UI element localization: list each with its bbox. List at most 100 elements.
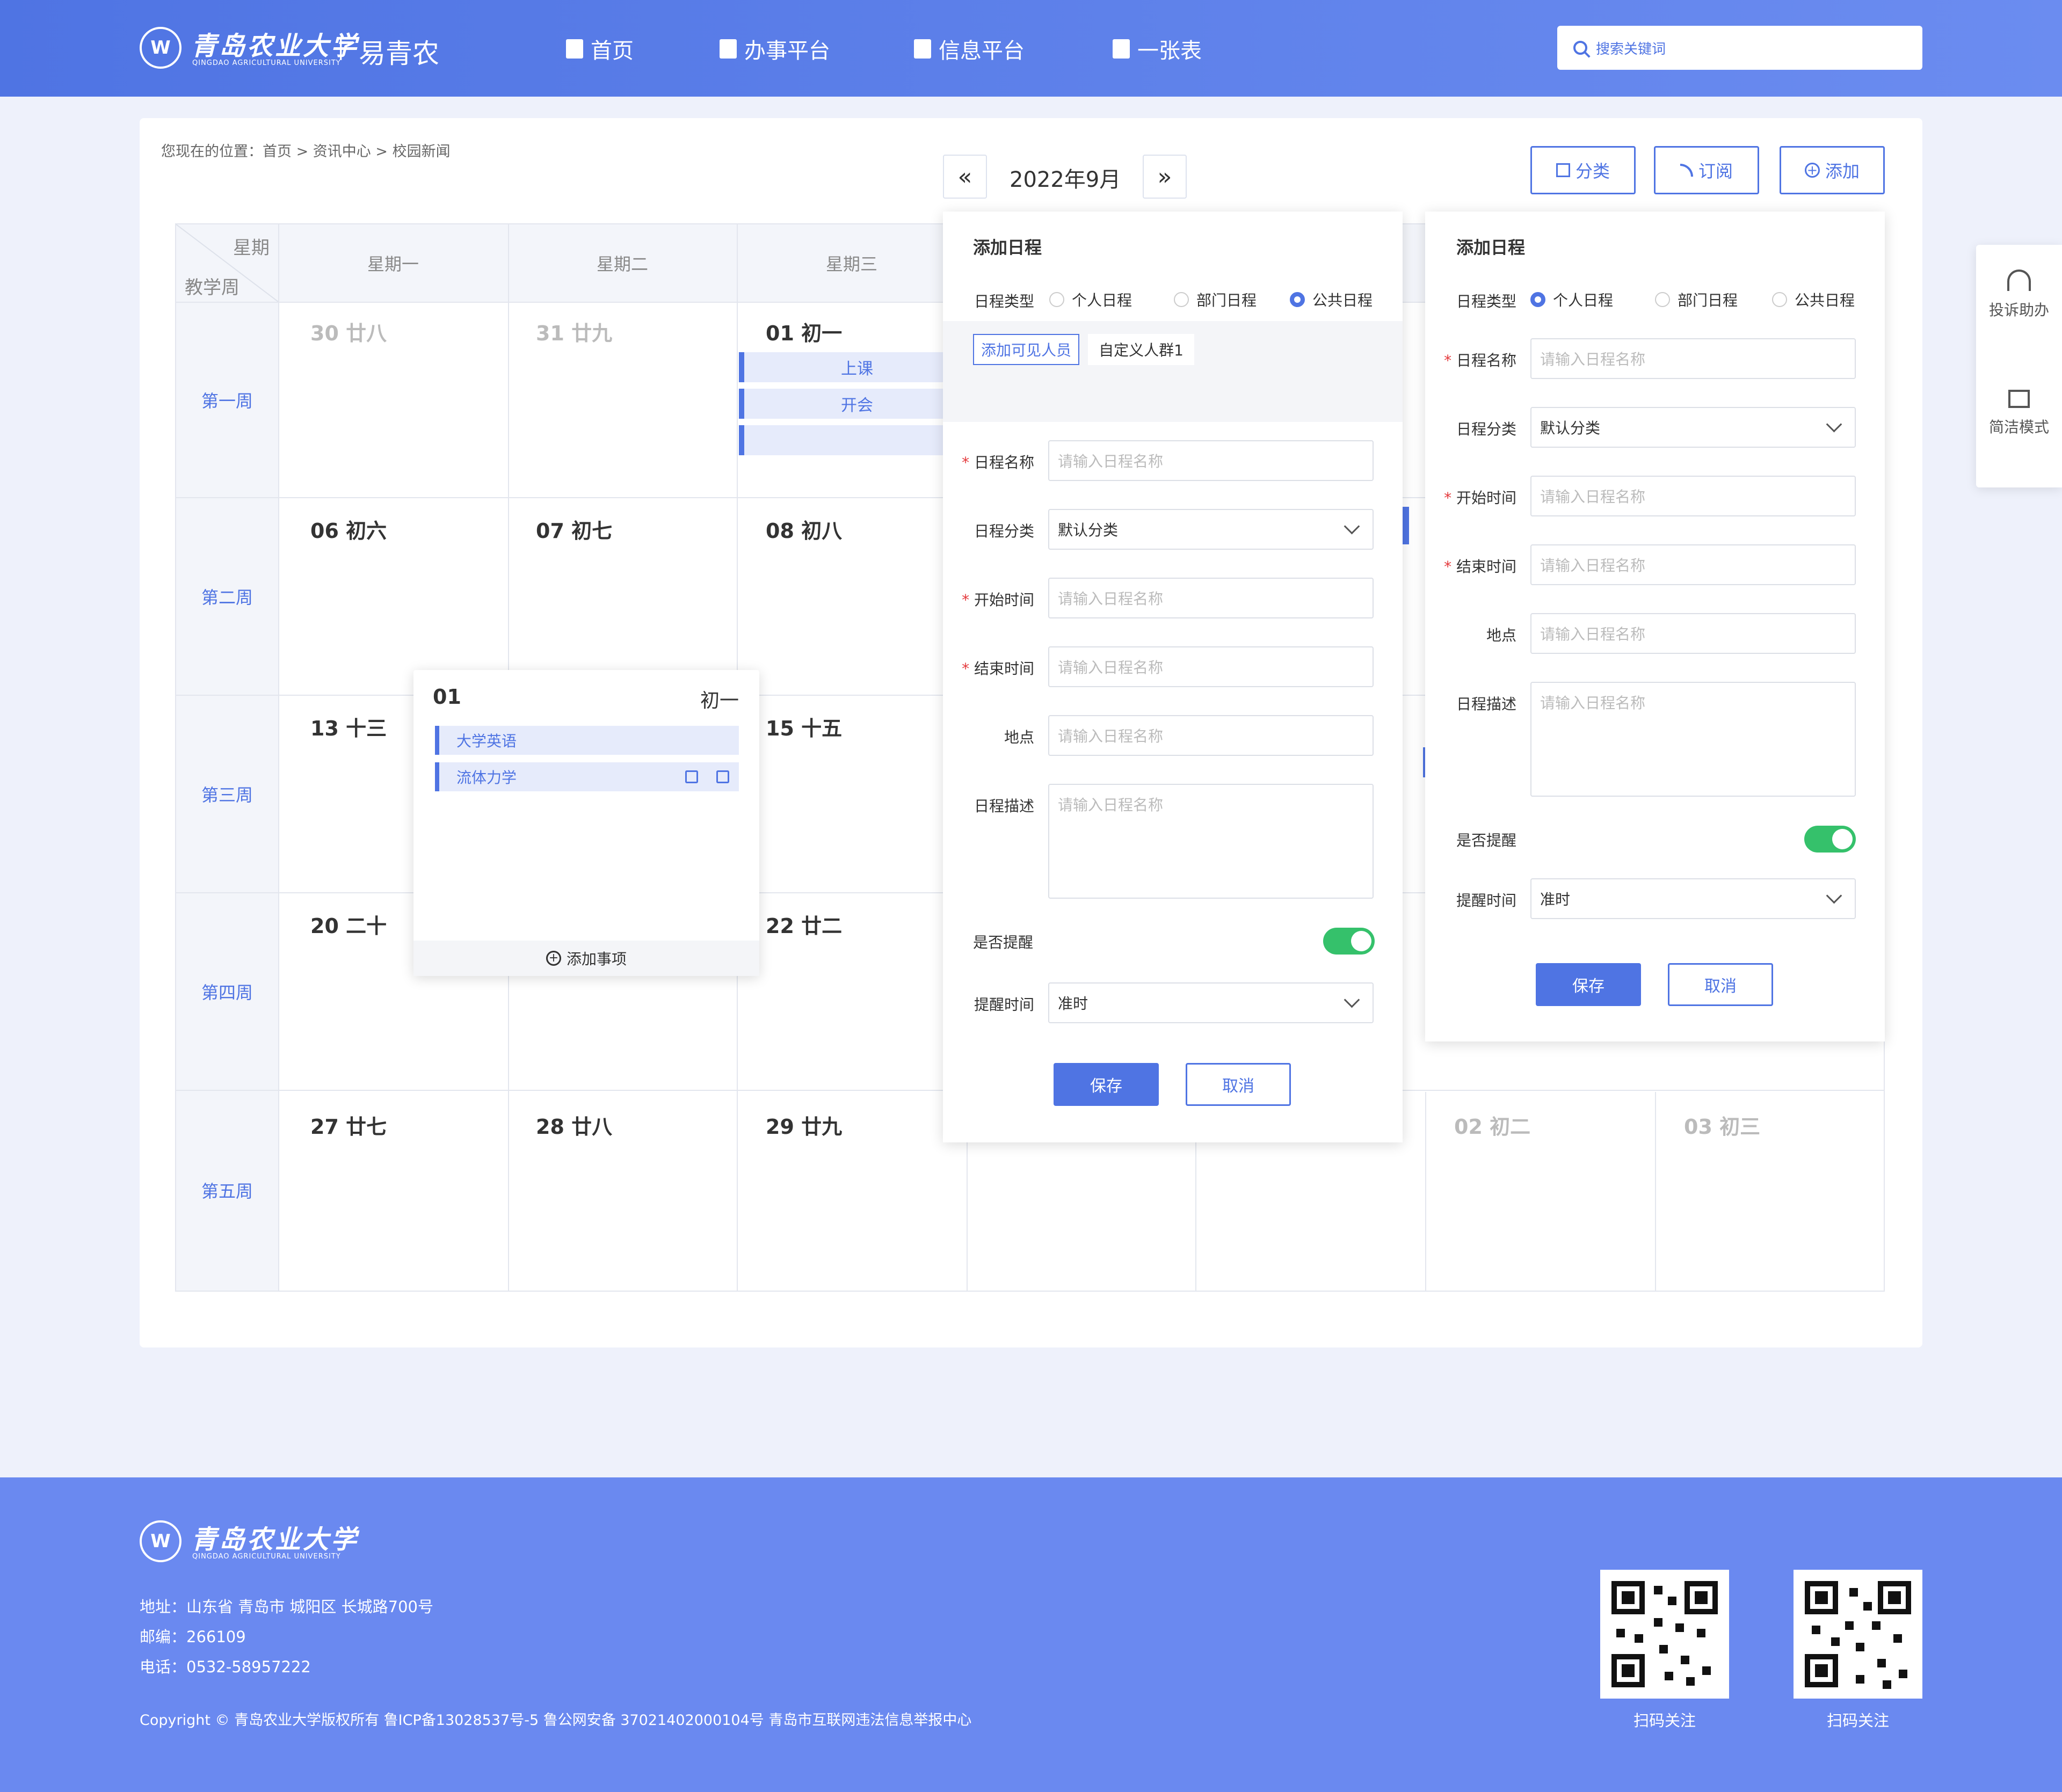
document-icon — [914, 39, 931, 59]
popover-item[interactable]: 大学英语 — [435, 726, 739, 755]
day-cell-date[interactable]: 20 二十 — [310, 909, 387, 939]
breadcrumb: 您现在的位置：首页 > 资讯中心 > 校园新闻 — [161, 143, 451, 160]
form-icon — [1113, 39, 1130, 59]
day-cell-date[interactable]: 15 十五 — [766, 712, 842, 741]
radio-department[interactable]: 部门日程 — [1174, 289, 1257, 310]
end-time-input[interactable]: 请输入日程名称 — [1048, 646, 1374, 687]
day-cell-date[interactable]: 30 廿八 — [310, 317, 387, 346]
day-popover: 01 初一 大学英语 流体力学 + 添加事项 — [413, 670, 759, 976]
simple-mode-button[interactable]: 简洁模式 — [1976, 390, 2062, 437]
university-logo-icon: W — [140, 27, 181, 69]
remind-toggle[interactable] — [1804, 826, 1856, 853]
chevron-down-icon — [1826, 416, 1842, 433]
calendar-event[interactable]: 上课 — [739, 352, 970, 382]
remind-time-select[interactable]: 准时 — [1048, 982, 1374, 1023]
remind-label: 是否提醒 — [973, 934, 1034, 951]
add-schedule-panel-public: 添加日程 日程类型 个人日程 部门日程 公共日程 添加可见人员 自定义人群1 *… — [943, 212, 1403, 1142]
radio-personal[interactable]: 个人日程 — [1530, 289, 1613, 310]
radio-department[interactable]: 部门日程 — [1655, 289, 1738, 310]
popover-item[interactable]: 流体力学 — [435, 762, 739, 791]
corner-weekday-label: 星期 — [233, 237, 270, 259]
panel-title: 添加日程 — [973, 237, 1042, 258]
save-button[interactable]: 保存 — [1536, 963, 1641, 1006]
place-input[interactable]: 请输入日程名称 — [1530, 613, 1856, 654]
qr-code-2 — [1794, 1570, 1922, 1699]
visible-group-chip[interactable]: 自定义人群1 — [1088, 334, 1194, 365]
panel-title: 添加日程 — [1456, 237, 1526, 258]
subscribe-button[interactable]: 订阅 — [1654, 146, 1759, 194]
schedule-name-input[interactable]: 请输入日程名称 — [1530, 338, 1856, 379]
day-cell-date[interactable]: 22 廿二 — [766, 909, 842, 939]
cancel-button[interactable]: 取消 — [1668, 963, 1773, 1006]
day-cell-date[interactable]: 29 廿九 — [766, 1110, 842, 1140]
cancel-button[interactable]: 取消 — [1186, 1063, 1291, 1106]
day-cell-date[interactable]: 03 初三 — [1684, 1110, 1760, 1140]
plus-circle-icon: + — [1804, 163, 1820, 178]
remind-time-select[interactable]: 准时 — [1530, 878, 1856, 919]
place-input[interactable]: 请输入日程名称 — [1048, 715, 1374, 756]
remind-time-label: 提醒时间 — [1456, 892, 1516, 909]
category-select[interactable]: 默认分类 — [1048, 509, 1374, 550]
add-button[interactable]: + 添加 — [1780, 146, 1885, 194]
nav-info-platform[interactable]: 信息平台 — [914, 33, 1025, 64]
category-button[interactable]: 分类 — [1530, 146, 1636, 194]
description-textarea[interactable]: 请输入日程名称 — [1048, 784, 1374, 899]
day-cell-date[interactable]: 07 初七 — [536, 514, 612, 544]
day-cell-date[interactable]: 28 廿八 — [536, 1110, 612, 1140]
end-time-label: * 结束时间 — [962, 660, 1034, 678]
end-time-label: * 结束时间 — [1444, 558, 1516, 576]
name-label: * 日程名称 — [962, 454, 1034, 471]
description-textarea[interactable]: 请输入日程名称 — [1530, 682, 1856, 797]
schedule-name-input[interactable]: 请输入日程名称 — [1048, 440, 1374, 481]
day-cell-date[interactable]: 13 十三 — [310, 712, 387, 741]
prev-month-button[interactable]: « — [943, 155, 987, 199]
top-header: W 青岛农业大学 QINGDAO AGRICULTURAL UNIVERSITY… — [0, 0, 2062, 97]
radio-personal[interactable]: 个人日程 — [1049, 289, 1132, 310]
nav-one-form[interactable]: 一张表 — [1113, 33, 1202, 64]
day-cell-date[interactable]: 01 初一 — [766, 317, 842, 346]
header-separator: | — [337, 35, 345, 60]
delete-icon[interactable] — [716, 770, 729, 783]
rss-icon — [1680, 164, 1693, 177]
day-cell-date[interactable]: 02 初二 — [1454, 1110, 1530, 1140]
remind-label: 是否提醒 — [1456, 832, 1517, 849]
side-widget: 投诉助办 简洁模式 — [1976, 245, 2062, 487]
weekday-tuesday: 星期二 — [596, 254, 648, 274]
add-schedule-panel-personal: 添加日程 日程类型 个人日程 部门日程 公共日程 * 日程名称 请输入日程名称 … — [1425, 212, 1885, 1041]
calendar-event[interactable]: 宝 — [739, 425, 970, 455]
edit-icon[interactable] — [685, 770, 698, 783]
save-button[interactable]: 保存 — [1054, 1063, 1159, 1106]
day-cell-date[interactable]: 31 廿九 — [536, 317, 612, 346]
radio-public[interactable]: 公共日程 — [1772, 289, 1855, 310]
nav-home[interactable]: 首页 — [566, 33, 634, 64]
nav-service-platform[interactable]: 办事平台 — [720, 33, 830, 64]
search-input[interactable]: 搜索关键词 — [1557, 26, 1922, 70]
start-time-input[interactable]: 请输入日程名称 — [1048, 578, 1374, 618]
start-time-input[interactable]: 请输入日程名称 — [1530, 476, 1856, 516]
type-label: 日程类型 — [1456, 293, 1516, 310]
add-item-button[interactable]: + 添加事项 — [413, 941, 759, 976]
description-label: 日程描述 — [1456, 695, 1516, 713]
month-title: 2022年9月 — [1010, 167, 1121, 192]
grid-icon — [1556, 163, 1570, 177]
add-visible-people-button[interactable]: 添加可见人员 — [973, 334, 1079, 365]
complaint-button[interactable]: 投诉助办 — [1976, 269, 2062, 320]
search-icon — [1573, 41, 1587, 55]
footer-logo-chinese-name: 青岛农业大学 — [191, 1525, 359, 1555]
category-select[interactable]: 默认分类 — [1530, 407, 1856, 448]
day-cell-date[interactable]: 08 初八 — [766, 514, 842, 544]
calendar-event[interactable]: 开会 — [739, 389, 970, 419]
week-label-4: 第四周 — [176, 893, 278, 1090]
week-label-5: 第五周 — [176, 1091, 278, 1290]
qr-caption-1: 扫码关注 — [1633, 1711, 1696, 1730]
remind-toggle[interactable] — [1323, 928, 1375, 955]
end-time-input[interactable]: 请输入日程名称 — [1530, 544, 1856, 585]
day-cell-date[interactable]: 06 初六 — [310, 514, 387, 544]
day-cell-date[interactable]: 27 廿七 — [310, 1110, 387, 1140]
next-month-button[interactable]: » — [1143, 155, 1187, 199]
week-label-3: 第三周 — [176, 696, 278, 892]
radio-public[interactable]: 公共日程 — [1290, 289, 1373, 310]
start-time-label: * 开始时间 — [962, 591, 1034, 609]
site-name: 易青农 — [359, 38, 439, 69]
name-label: * 日程名称 — [1444, 352, 1516, 369]
